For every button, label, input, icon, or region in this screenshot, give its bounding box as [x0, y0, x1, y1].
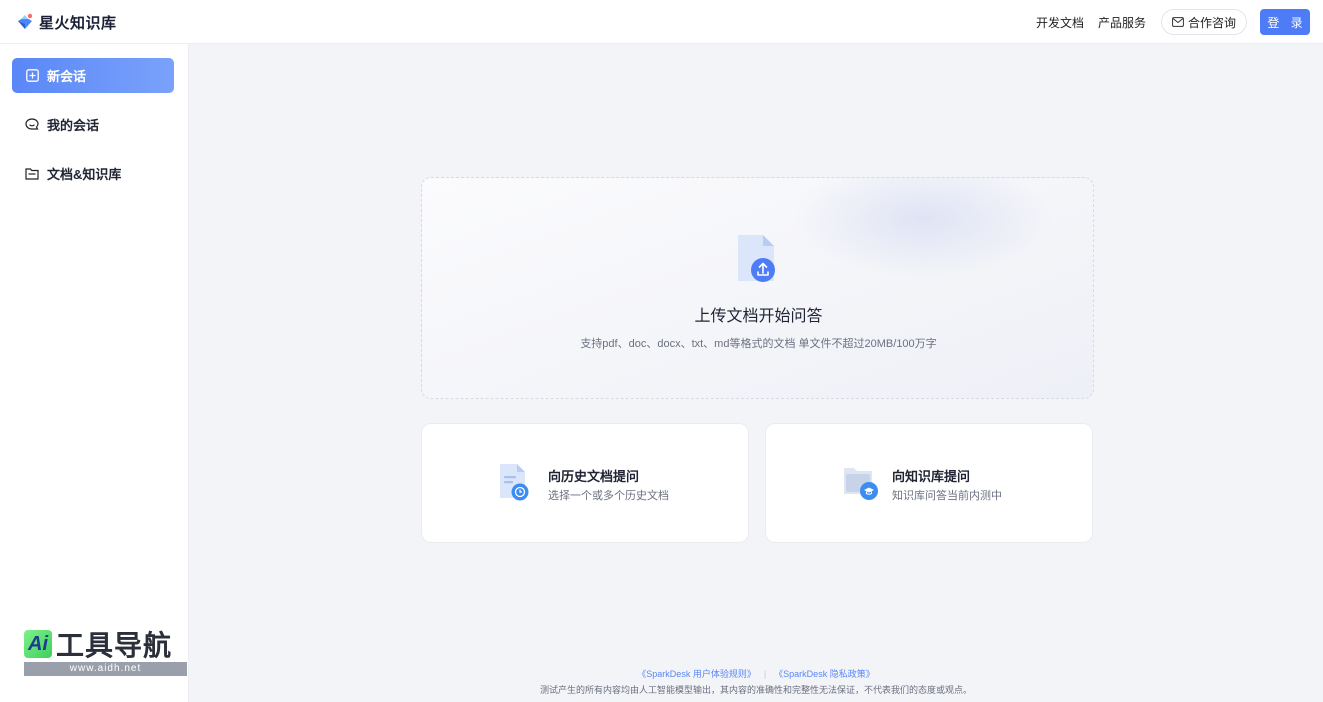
login-button[interactable]: 登 录: [1260, 9, 1310, 35]
sidebar-item-docs-kb[interactable]: 文档&知识库: [12, 156, 174, 191]
ask-history-docs-card[interactable]: 向历史文档提问 选择一个或多个历史文档: [421, 423, 749, 543]
option-title: 向知识库提问: [892, 469, 971, 484]
option-subtitle: 知识库问答当前内测中: [892, 490, 1002, 502]
sidebar-item-new-chat[interactable]: 新会话: [12, 58, 174, 93]
chat-bubble-icon: [25, 118, 39, 132]
sidebar-item-label: 新会话: [47, 69, 87, 84]
footer-disclaimer: 测试产生的所有内容均由人工智能模型输出，其内容的准确性和完整性无法保证，不代表我…: [539, 685, 972, 695]
mail-icon: [1172, 17, 1184, 27]
app-name: 星火知识库: [39, 14, 117, 32]
watermark-text: 工具导航: [56, 630, 173, 661]
watermark-url: www.aidh.net: [24, 662, 187, 676]
contact-label: 合作咨询: [1187, 15, 1236, 30]
knowledge-base-icon: [842, 462, 878, 502]
folder-icon: [25, 167, 39, 181]
upload-title: 上传文档开始问答: [694, 308, 823, 325]
privacy-policy-link[interactable]: 《SparkDesk 隐私政策》: [774, 669, 875, 679]
footer-links: 《SparkDesk 用户体验规则》 | 《SparkDesk 隐私政策》: [189, 667, 1323, 680]
watermark: Ai 工具导航 www.aidh.net: [24, 628, 187, 678]
option-title: 向历史文档提问: [548, 469, 640, 484]
ask-knowledge-base-card[interactable]: 向知识库提问 知识库问答当前内测中: [765, 423, 1093, 543]
sidebar-item-label: 我的会话: [47, 118, 100, 133]
decorative-glow: [793, 178, 1053, 278]
new-chat-icon: [25, 69, 39, 83]
user-agreement-link[interactable]: 《SparkDesk 用户体验规则》: [637, 669, 756, 679]
nav-dev-docs[interactable]: 开发文档: [1036, 14, 1084, 31]
watermark-badge: Ai: [24, 630, 52, 658]
sidebar-item-label: 文档&知识库: [47, 167, 122, 182]
upload-subtitle: 支持pdf、doc、docx、txt、md等格式的文档 单文件不超过20MB/1…: [580, 338, 937, 350]
app-logo[interactable]: 星火知识库: [15, 12, 117, 32]
history-document-icon: [498, 462, 532, 502]
top-bar: 星火知识库 开发文档 产品服务 合作咨询 登 录: [0, 0, 1323, 44]
contact-button[interactable]: 合作咨询: [1161, 9, 1247, 35]
footer-separator: |: [763, 669, 767, 679]
sidebar: 新会话 我的会话 文档&知识库: [0, 44, 189, 702]
nav-product-services[interactable]: 产品服务: [1098, 14, 1146, 31]
spark-logo-icon: [15, 12, 35, 32]
upload-file-icon: [736, 235, 780, 287]
upload-dropzone[interactable]: 上传文档开始问答 支持pdf、doc、docx、txt、md等格式的文档 单文件…: [421, 177, 1094, 399]
sidebar-item-my-chats[interactable]: 我的会话: [12, 107, 174, 142]
option-subtitle: 选择一个或多个历史文档: [548, 490, 669, 502]
